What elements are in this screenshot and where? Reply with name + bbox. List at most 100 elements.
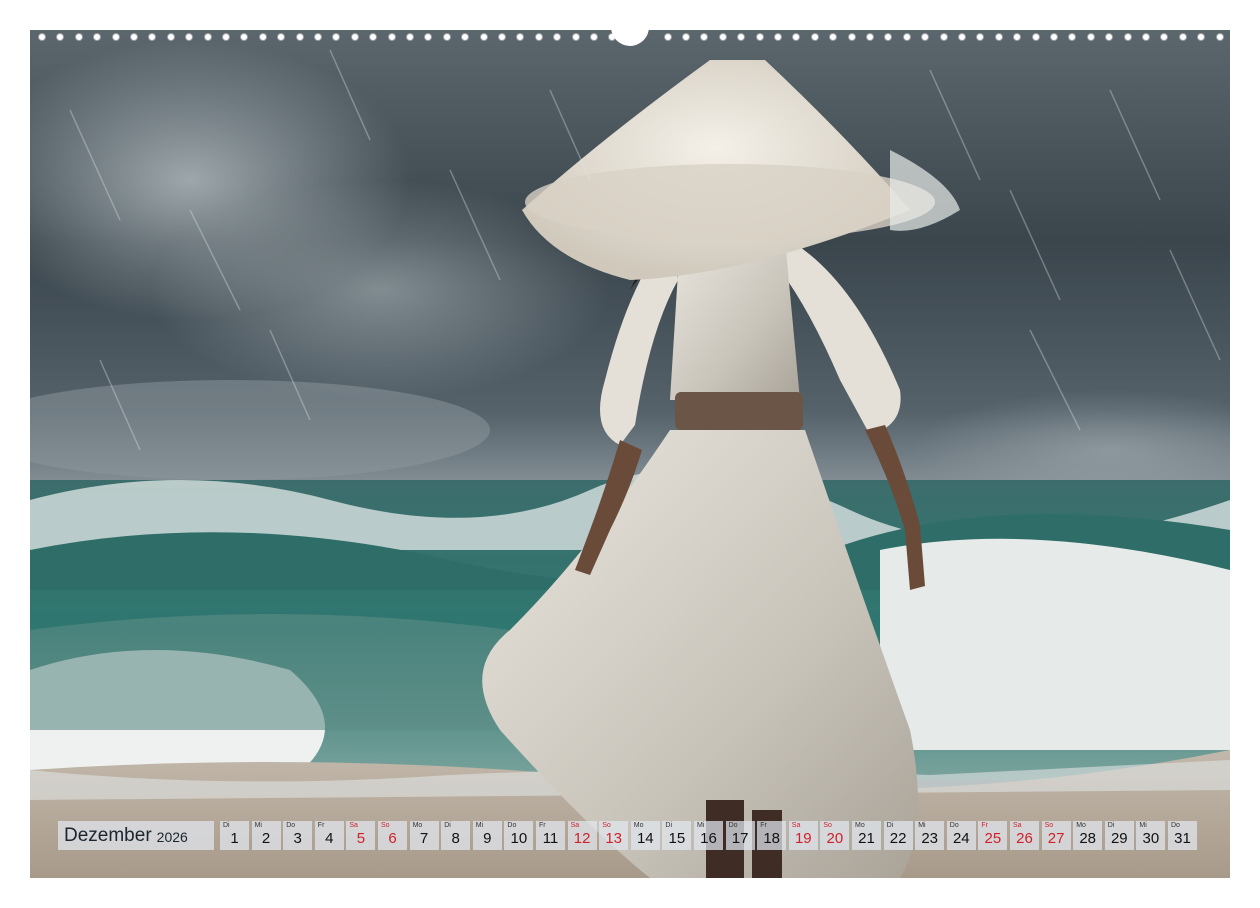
weekday-label: Do — [507, 822, 517, 829]
calendar-strip: Dezember 2026 Di 1 Mi 2 Do 3 Fr 4 Sa 5 So 6 Mo 7 Di 8 Mi… — [58, 821, 1203, 850]
weekday-label: Di — [223, 822, 230, 829]
day-cell: So 27 — [1041, 821, 1071, 850]
day-cell: Mi 30 — [1136, 821, 1166, 850]
binding-hole — [958, 33, 966, 41]
weekday-label: Di — [444, 822, 451, 829]
binding-hole — [406, 33, 414, 41]
photo-illustration — [30, 30, 1230, 878]
month-year: 2026 — [156, 829, 188, 845]
day-number: 31 — [1174, 830, 1191, 847]
binding-hole — [314, 33, 322, 41]
month-name: Dezember — [64, 824, 152, 846]
binding-hole — [1086, 33, 1095, 41]
day-number: 2 — [261, 830, 271, 847]
binding-hole — [1031, 33, 1040, 41]
day-number: 8 — [451, 830, 460, 847]
day-cell: Di 29 — [1104, 821, 1134, 850]
day-cell: So 6 — [378, 821, 407, 850]
binding-hole — [516, 33, 525, 41]
binding-hole — [718, 33, 727, 41]
weekday-label: Di — [1107, 822, 1115, 829]
weekday-label: Do — [286, 822, 296, 829]
day-cell: Fr 4 — [314, 821, 344, 850]
binding-hole — [332, 33, 341, 41]
day-cell: Fr 11 — [536, 821, 565, 850]
weekday-label: Mi — [475, 822, 484, 829]
weekday-label: Fr — [317, 822, 325, 829]
day-cell: So 20 — [820, 821, 850, 850]
weekday-label: So — [381, 822, 390, 829]
binding-hole — [498, 33, 506, 41]
calendar-page: Dezember 2026 Di 1 Mi 2 Do 3 Fr 4 Sa 5 So 6 Mo 7 Di 8 Mi… — [0, 0, 1260, 908]
day-cell: Do 17 — [725, 821, 755, 850]
weekday-label: Fr — [760, 822, 767, 829]
day-cell: So 13 — [599, 821, 629, 850]
day-cell: Mi 23 — [915, 821, 945, 850]
binding-hole — [939, 33, 948, 41]
day-cell: Di 15 — [662, 821, 692, 850]
binding-hole — [74, 33, 83, 41]
day-number: 20 — [826, 830, 844, 847]
binding-hole — [185, 33, 194, 41]
binding-hole — [571, 33, 580, 41]
day-cell: Sa 19 — [788, 821, 818, 850]
weekday-label: Sa — [570, 822, 580, 829]
day-cell: Sa 5 — [346, 821, 376, 850]
day-number: 28 — [1079, 830, 1097, 847]
binding-hole — [111, 33, 120, 41]
binding-hole — [902, 33, 911, 41]
binding-hole — [810, 33, 819, 41]
day-number: 21 — [858, 830, 875, 847]
weekday-label: Mo — [633, 822, 644, 829]
weekday-label: Mo — [1076, 822, 1086, 829]
binding-hole — [350, 33, 359, 41]
weekday-label: Mi — [1139, 822, 1147, 829]
day-number: 10 — [510, 830, 528, 847]
day-number: 27 — [1047, 830, 1065, 847]
binding-hole — [1215, 33, 1224, 41]
binding-hole — [1178, 33, 1187, 41]
day-cell: Do 3 — [283, 821, 313, 850]
weekday-label: Do — [728, 822, 738, 829]
day-cell: Di 8 — [441, 821, 471, 850]
day-number: 17 — [731, 830, 749, 847]
day-cell: Fr 18 — [757, 821, 787, 850]
weekday-label: Sa — [1013, 822, 1022, 829]
binding-hole — [994, 33, 1003, 41]
day-cell: Mo 21 — [852, 821, 881, 850]
weekday-label: So — [602, 822, 611, 829]
binding-hole — [479, 33, 488, 41]
weekday-label: Di — [886, 822, 894, 829]
day-number: 30 — [1142, 830, 1160, 847]
day-cell: Sa 12 — [567, 821, 597, 850]
weekday-label: Fr — [981, 822, 988, 829]
binding-hole — [148, 33, 157, 41]
binding-hole — [1123, 33, 1132, 41]
binding-hole — [203, 33, 212, 41]
day-cell: Mi 2 — [251, 821, 281, 850]
day-cell: Do 31 — [1168, 821, 1197, 850]
day-number: 19 — [794, 830, 812, 847]
day-number: 25 — [984, 830, 1002, 847]
binding-hole — [774, 33, 782, 41]
binding-hole — [222, 33, 230, 41]
day-number: 18 — [763, 830, 781, 847]
day-cell: Mo 28 — [1073, 821, 1103, 850]
binding-hole — [1068, 33, 1077, 41]
day-number: 11 — [542, 830, 559, 847]
binding-hole — [38, 33, 46, 41]
day-number: 9 — [483, 830, 492, 847]
binding-hole — [663, 33, 672, 41]
day-number: 12 — [573, 830, 591, 847]
binding-hole — [829, 33, 838, 41]
binding-hole — [884, 33, 893, 41]
binding-hole — [93, 33, 102, 41]
day-number: 24 — [952, 830, 970, 847]
weekday-label: Sa — [349, 822, 358, 829]
day-number: 26 — [1016, 830, 1033, 847]
binding-hole — [295, 33, 304, 41]
day-cell: Do 24 — [946, 821, 976, 850]
binding-hole — [976, 33, 985, 41]
weekday-label: Mo — [855, 822, 865, 829]
weekday-label: So — [1044, 822, 1054, 829]
